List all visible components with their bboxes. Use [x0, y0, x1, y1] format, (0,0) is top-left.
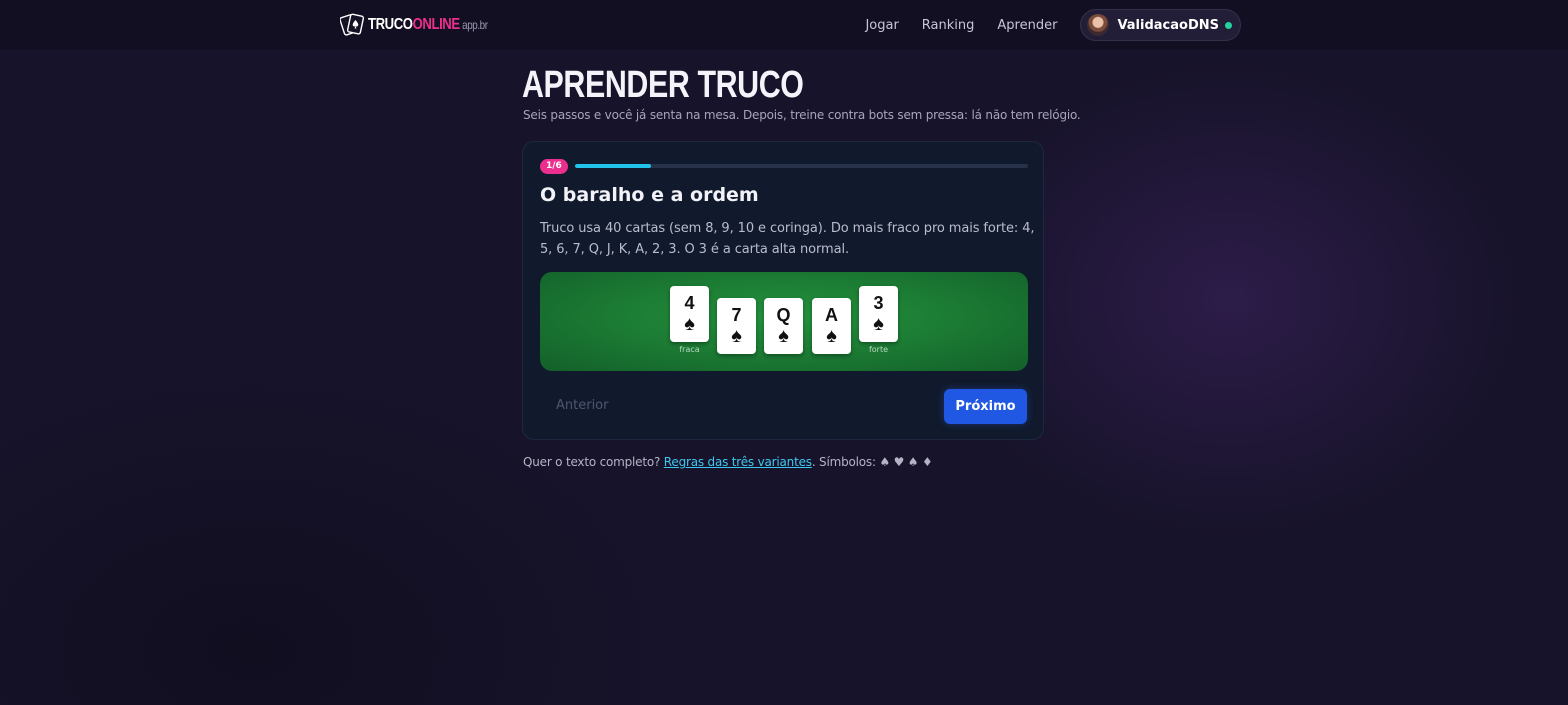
user-menu-button[interactable]: ValidacaoDNS	[1080, 9, 1241, 41]
playing-card: A ♠	[812, 298, 851, 354]
nav-link-jogar[interactable]: Jogar	[865, 18, 898, 33]
avatar	[1087, 14, 1110, 36]
rules-link[interactable]: Regras das três variantes	[664, 455, 812, 469]
lesson-title: O baralho e a ordem	[540, 184, 759, 206]
next-button[interactable]: Próximo	[944, 389, 1027, 424]
logo-part-truco: TRUCO	[368, 16, 413, 33]
spade-icon: ♠	[873, 313, 884, 335]
user-name: ValidacaoDNS	[1117, 17, 1219, 33]
card-rank: Q	[776, 305, 791, 325]
spade-icon: ♠	[731, 325, 742, 347]
step-badge: 1/6	[540, 159, 568, 174]
page-title: APRENDER TRUCO	[522, 64, 804, 106]
card-table: 4 ♠ fraca 7 ♠ Q ♠ A ♠ 3 ♠ forte	[540, 272, 1028, 371]
playing-card: Q ♠	[764, 298, 803, 354]
main-nav: Jogar Ranking Aprender ValidacaoDNS	[865, 9, 1241, 41]
card-rank: A	[825, 305, 838, 325]
card-slot: 7 ♠	[717, 298, 756, 354]
logo-domain: app.br	[462, 18, 488, 32]
top-bar: TRUCO ONLINE app.br Jogar Ranking Aprender…	[0, 0, 1568, 50]
site-logo[interactable]: TRUCO ONLINE app.br	[339, 11, 514, 39]
footnote-prefix: Quer o texto completo?	[523, 455, 664, 469]
logo-wordmark: TRUCO ONLINE app.br	[368, 16, 488, 34]
card-slot: Q ♠	[764, 298, 803, 354]
spade-icon: ♠	[778, 325, 789, 347]
card-rank: 4	[684, 293, 695, 313]
progress-bar	[575, 164, 1028, 168]
spade-icon: ♠	[826, 325, 837, 347]
online-dot-icon	[1225, 21, 1232, 29]
lesson-card: 1/6 O baralho e a ordem Truco usa 40 car…	[522, 141, 1044, 440]
card-rank: 3	[873, 293, 884, 313]
card-caption: forte	[868, 345, 889, 354]
nav-link-aprender[interactable]: Aprender	[997, 18, 1057, 33]
spade-icon: ♠	[684, 313, 695, 335]
footnote: Quer o texto completo? Regras das três v…	[523, 455, 933, 469]
card-caption: fraca	[679, 345, 700, 354]
nav-link-ranking[interactable]: Ranking	[922, 18, 975, 33]
progress-bar-fill	[575, 164, 651, 168]
card-slot: 4 ♠ fraca	[670, 286, 709, 354]
playing-card: 7 ♠	[717, 298, 756, 354]
playing-cards-icon	[339, 11, 366, 39]
page-subtitle: Seis passos e você já senta na mesa. Dep…	[523, 108, 1081, 122]
logo-part-online: ONLINE	[412, 16, 461, 33]
lesson-text: Truco usa 40 cartas (sem 8, 9, 10 e cori…	[540, 221, 1035, 257]
card-rank: 7	[731, 305, 742, 325]
previous-button[interactable]: Anterior	[540, 389, 620, 423]
playing-card: 4 ♠	[670, 286, 709, 342]
card-slot: 3 ♠ forte	[859, 286, 898, 354]
playing-card: 3 ♠	[859, 286, 898, 342]
card-slot: A ♠	[812, 298, 851, 354]
footnote-suffix: . Símbolos: ♠ ♥ ♠ ♦	[811, 455, 933, 469]
